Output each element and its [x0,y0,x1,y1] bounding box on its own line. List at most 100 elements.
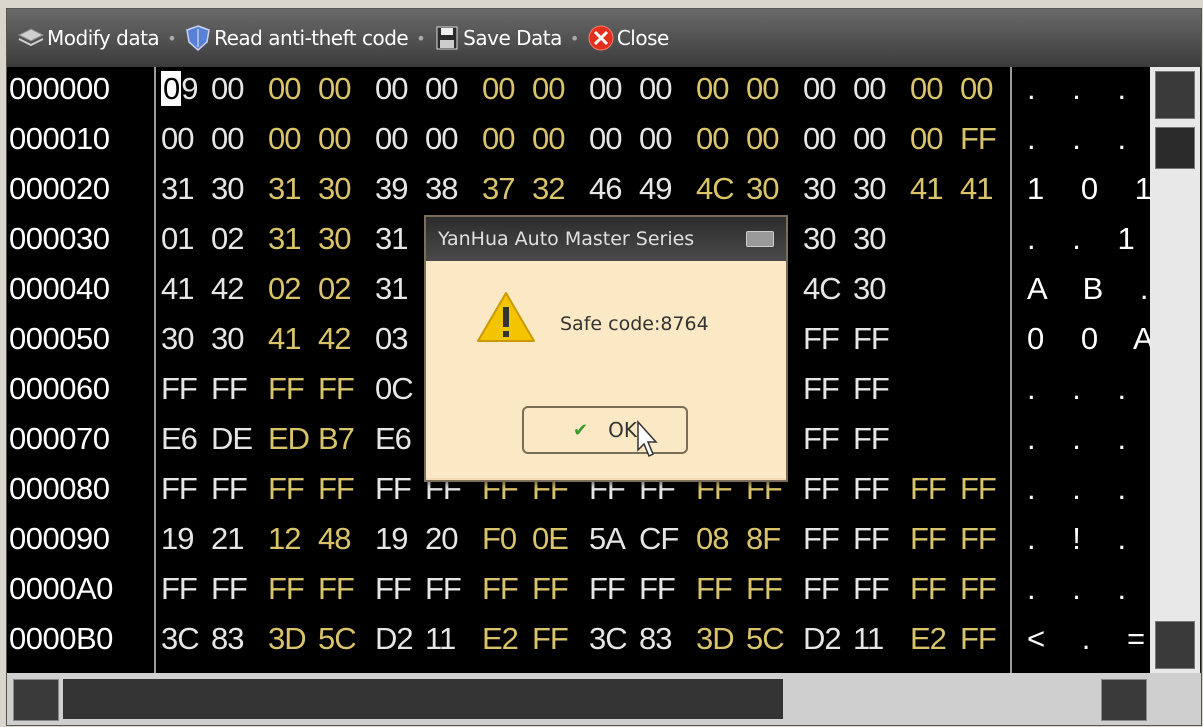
hex-byte[interactable]: FF [803,371,840,407]
hex-byte[interactable]: 00 [853,71,886,107]
hex-byte[interactable]: 00 [803,121,836,157]
hex-byte[interactable]: 00 [211,121,244,157]
hex-byte[interactable]: FF [853,321,890,357]
hex-byte[interactable]: 5A [589,521,626,557]
hex-byte[interactable]: 00 [375,71,408,107]
hex-byte[interactable]: 37 [482,171,515,207]
hex-byte[interactable]: 31 [375,271,408,307]
hex-byte[interactable]: FF [803,421,840,457]
hex-byte[interactable]: 19 [375,521,408,557]
hex-byte[interactable]: 30 [211,321,244,357]
hex-byte[interactable]: 00 [803,71,836,107]
hex-byte[interactable]: 32 [532,171,565,207]
hex-byte[interactable]: 02 [211,221,244,257]
hex-byte[interactable]: 83 [211,621,244,657]
hex-byte[interactable]: FF [161,571,198,607]
hex-byte[interactable]: 31 [375,221,408,257]
hex-byte[interactable]: 8F [746,521,781,557]
scroll-left-button[interactable] [13,679,59,721]
scroll-down-button[interactable] [1155,621,1195,669]
hex-byte[interactable]: FF [375,471,412,507]
hex-byte[interactable]: FF [161,371,198,407]
hex-byte[interactable]: 39 [375,171,408,207]
hex-byte[interactable]: 21 [211,521,244,557]
hex-byte[interactable]: FF [853,371,890,407]
hex-byte[interactable]: 30 [318,221,351,257]
hex-byte[interactable]: 48 [318,521,351,557]
hex-byte[interactable]: 08 [696,521,729,557]
hex-byte[interactable]: FF [482,571,519,607]
hex-byte[interactable]: FF [803,471,840,507]
scroll-up-button[interactable] [1155,71,1195,119]
hex-byte[interactable]: FF [425,571,462,607]
hex-byte[interactable]: FF [639,571,676,607]
hex-byte[interactable]: 00 [639,121,672,157]
hex-byte[interactable]: 30 [211,171,244,207]
hex-byte[interactable]: FF [910,471,947,507]
hex-byte[interactable]: 3C [589,621,628,657]
hex-byte[interactable]: 5C [746,621,785,657]
hex-byte[interactable]: DE [211,421,253,457]
hex-byte[interactable]: 00 [589,121,622,157]
hex-byte[interactable]: 01 [161,221,194,257]
hex-byte[interactable]: 49 [639,171,672,207]
hex-byte[interactable]: 41 [960,171,993,207]
hex-byte[interactable]: 11 [853,621,884,657]
hex-byte[interactable]: FF [589,571,626,607]
hex-byte[interactable]: FF [161,471,198,507]
hex-byte[interactable]: 41 [161,271,194,307]
hex-byte[interactable]: 42 [318,321,351,357]
hex-byte[interactable]: 00 [268,71,301,107]
hex-byte[interactable]: F0 [482,521,517,557]
hex-byte[interactable]: 20 [425,521,458,557]
hex-byte[interactable]: 00 [960,71,993,107]
hex-byte[interactable]: 30 [746,171,779,207]
hex-byte[interactable]: FF [853,421,890,457]
hex-byte[interactable]: FF [696,571,733,607]
hex-byte[interactable]: 31 [268,221,301,257]
hex-byte[interactable]: FF [318,371,355,407]
hex-byte[interactable]: 11 [425,621,456,657]
hex-byte[interactable]: FF [746,571,783,607]
dialog-close-icon[interactable] [746,231,774,247]
hex-byte[interactable]: 0E [532,521,569,557]
hex-byte[interactable]: FF [532,621,569,657]
hex-byte[interactable]: 02 [268,271,301,307]
modify-data-button[interactable]: Modify data [17,24,160,52]
hex-byte[interactable]: 46 [589,171,622,207]
hex-byte[interactable]: FF [211,371,248,407]
hex-byte[interactable]: 30 [318,171,351,207]
hex-byte[interactable]: 4C [803,271,842,307]
hex-byte[interactable]: FF [803,321,840,357]
hex-byte[interactable]: 00 [696,121,729,157]
hex-byte[interactable]: 42 [211,271,244,307]
hex-byte[interactable]: 3D [268,621,307,657]
hex-byte[interactable]: 3C [161,621,200,657]
hex-byte[interactable]: FF [853,521,890,557]
hex-byte[interactable]: 31 [268,171,301,207]
hex-byte[interactable]: D2 [803,621,842,657]
hex-byte[interactable]: 30 [853,271,886,307]
hex-byte[interactable]: FF [960,471,997,507]
hex-byte[interactable]: 00 [161,121,194,157]
hex-byte[interactable]: FF [960,521,997,557]
hex-byte[interactable]: 02 [318,271,351,307]
hex-byte[interactable]: 00 [696,71,729,107]
hex-byte[interactable]: FF [268,571,305,607]
hex-byte[interactable]: 00 [425,121,458,157]
close-button[interactable]: Close [587,24,669,52]
hex-byte[interactable]: FF [211,471,248,507]
hex-byte[interactable]: FF [268,471,305,507]
vertical-scrollbar[interactable] [1150,67,1200,673]
hex-byte[interactable]: FF [318,571,355,607]
hex-byte[interactable]: 0C [375,371,414,407]
hex-byte[interactable]: E2 [910,621,947,657]
hex-byte[interactable]: 30 [853,171,886,207]
hex-byte[interactable]: 3D [696,621,735,657]
hex-byte[interactable]: 31 [161,171,194,207]
hex-byte[interactable]: 38 [425,171,458,207]
hex-byte[interactable]: D2 [375,621,414,657]
hex-byte[interactable]: 41 [910,171,943,207]
hex-byte[interactable]: FF [960,121,997,157]
horizontal-scrollbar[interactable] [7,673,1201,725]
